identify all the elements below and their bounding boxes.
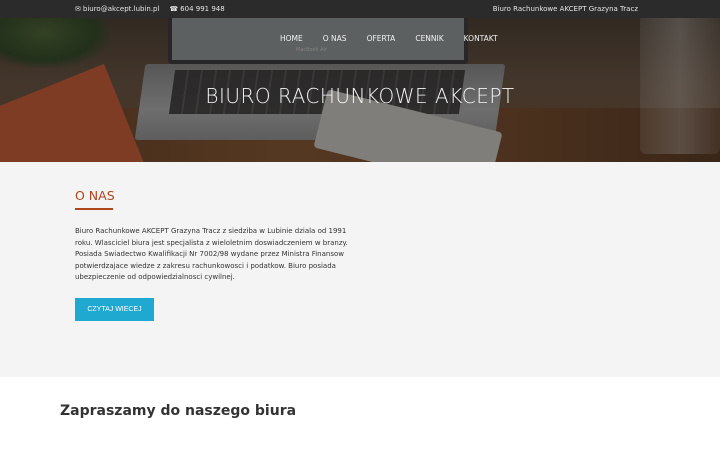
nav-item-home[interactable]: HOME bbox=[280, 34, 303, 43]
read-more-button[interactable]: CZYTAJ WIECEJ bbox=[75, 298, 154, 321]
contact-info: ✉ biuro@akcept.lubin.pl ☎ 604 991 948 bbox=[75, 5, 225, 13]
main-nav: HOME O NAS OFERTA CENNIK KONTAKT bbox=[280, 34, 498, 43]
nav-item-kontakt[interactable]: KONTAKT bbox=[464, 34, 498, 43]
hero-title: BIURO RACHUNKOWE AKCEPT bbox=[205, 84, 515, 108]
nav-item-o-nas[interactable]: O NAS bbox=[323, 34, 347, 43]
company-name: Biuro Rachunkowe AKCEPT Grazyna Tracz bbox=[492, 5, 638, 13]
top-bar: ✉ biuro@akcept.lubin.pl ☎ 604 991 948 Biur… bbox=[0, 0, 720, 18]
phone-icon: ☎ bbox=[169, 5, 179, 13]
phone-contact[interactable]: ☎ 604 991 948 bbox=[169, 5, 224, 13]
welcome-heading: Zapraszamy do naszego biura bbox=[60, 403, 297, 419]
email-text[interactable]: biuro@akcept.lubin.pl bbox=[83, 5, 160, 13]
nav-item-cennik[interactable]: CENNIK bbox=[415, 34, 443, 43]
heading-underline bbox=[75, 208, 113, 210]
phone-text[interactable]: 604 991 948 bbox=[180, 5, 225, 13]
about-text: Biuro Rachunkowe AKCEPT Grazyna Tracz z … bbox=[75, 227, 348, 281]
email-contact[interactable]: ✉ biuro@akcept.lubin.pl bbox=[75, 5, 159, 13]
about-heading: O NAS bbox=[75, 188, 115, 203]
about-section: O NAS Biuro Rachunkowe AKCEPT Grazyna Tr… bbox=[0, 162, 720, 377]
nav-item-oferta[interactable]: OFERTA bbox=[367, 34, 396, 43]
envelope-icon: ✉ bbox=[75, 5, 81, 13]
hero-banner: MacBook Air HOME O NAS OFERTA CENNIK KON… bbox=[0, 18, 720, 162]
